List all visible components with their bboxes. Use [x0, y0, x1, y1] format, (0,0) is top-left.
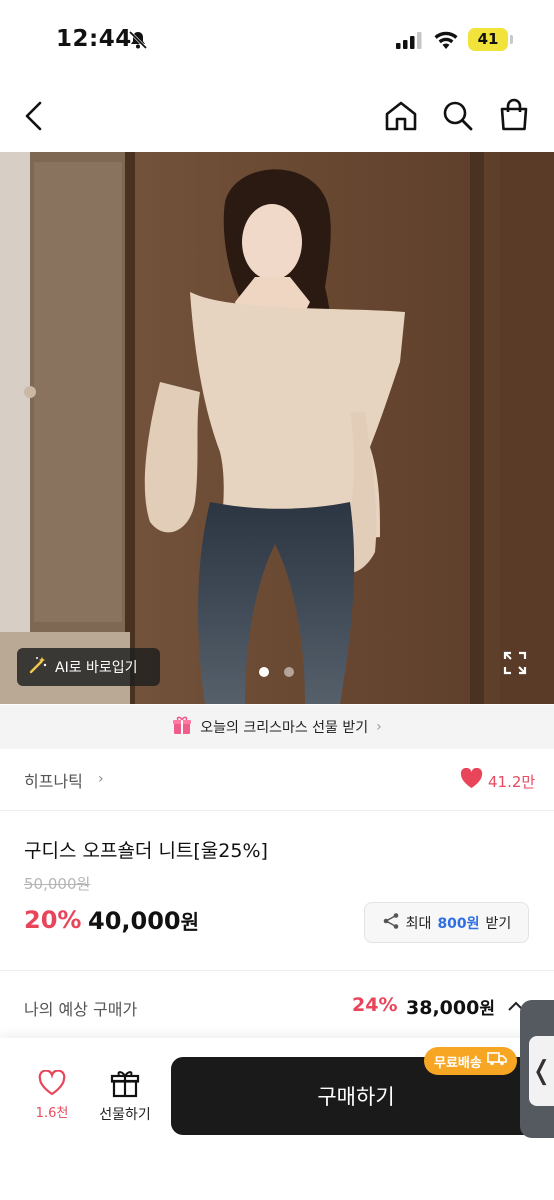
expected-price-unit: 원 — [479, 999, 495, 1019]
bell-muted-icon — [128, 30, 148, 54]
status-bar: 12:44 41 — [0, 0, 554, 80]
brand-name-link[interactable]: 히프나틱 — [24, 768, 83, 792]
status-time: 12:44 — [56, 26, 132, 52]
side-drawer-handle[interactable]: ❬ — [529, 1036, 554, 1106]
gallery-dot[interactable] — [284, 667, 294, 677]
expected-price-number: 38,000 — [406, 997, 480, 1019]
original-price: 50,000원 — [24, 875, 91, 893]
home-icon[interactable] — [384, 100, 418, 136]
fullscreen-expand-icon[interactable] — [503, 651, 527, 679]
ai-try-on-button[interactable]: AI로 바로입기 — [17, 648, 160, 686]
buy-label: 구매하기 — [317, 1085, 395, 1109]
product-photo-illustration — [0, 152, 554, 704]
search-icon[interactable] — [442, 100, 474, 136]
banner-text: 오늘의 크리스마스 선물 받기 — [200, 720, 369, 736]
truck-icon — [487, 1052, 507, 1070]
discount-rate: 20% — [24, 906, 82, 934]
like-button[interactable]: 1.6천 — [30, 1069, 74, 1121]
expected-price: 38,000원 — [406, 994, 495, 1019]
section-divider — [0, 970, 554, 971]
gift-icon — [110, 1071, 140, 1102]
coupon-amount: 800원 — [437, 915, 480, 932]
sale-price-number: 40,000 — [88, 907, 181, 935]
product-image[interactable] — [0, 152, 554, 704]
brand-like-count: 41.2만 — [488, 773, 536, 791]
heart-filled-icon[interactable] — [460, 767, 483, 793]
brand-chevron: › — [98, 771, 104, 787]
banner-chevron: › — [376, 719, 382, 735]
gallery-dot-active[interactable] — [259, 667, 269, 677]
top-nav-bar — [0, 80, 554, 152]
battery-tip — [510, 35, 513, 44]
signal-icon — [396, 32, 422, 53]
sale-price-unit: 원 — [180, 910, 200, 934]
gift-button[interactable]: 선물하기 — [94, 1070, 156, 1124]
share-icon — [382, 912, 400, 934]
coupon-download-button[interactable]: 최대 800원 받기 — [364, 902, 529, 943]
sale-price: 40,000원 — [88, 906, 199, 935]
expected-price-label: 나의 예상 구매가 — [24, 1000, 138, 1019]
wifi-icon — [433, 30, 459, 54]
coupon-prefix: 최대 — [405, 915, 432, 932]
coupon-suffix: 받기 — [485, 915, 512, 932]
magic-wand-icon — [29, 656, 47, 678]
heart-outline-icon — [38, 1069, 66, 1100]
expected-discount: 24% — [352, 994, 398, 1016]
like-count: 1.6천 — [35, 1106, 69, 1121]
christmas-gift-banner[interactable]: 오늘의 크리스마스 선물 받기 › — [0, 705, 554, 749]
gift-label: 선물하기 — [99, 1107, 151, 1123]
shopping-bag-icon[interactable] — [498, 98, 530, 136]
product-name: 구디스 오프숄더 니트[울25%] — [24, 840, 268, 862]
back-chevron-icon[interactable] — [20, 100, 48, 136]
ai-try-on-label: AI로 바로입기 — [55, 660, 138, 676]
free-shipping-badge: 무료배송 — [424, 1047, 517, 1075]
free-shipping-label: 무료배송 — [434, 1055, 482, 1071]
battery-indicator: 41 — [468, 28, 508, 51]
gift-pink-icon — [172, 715, 192, 739]
